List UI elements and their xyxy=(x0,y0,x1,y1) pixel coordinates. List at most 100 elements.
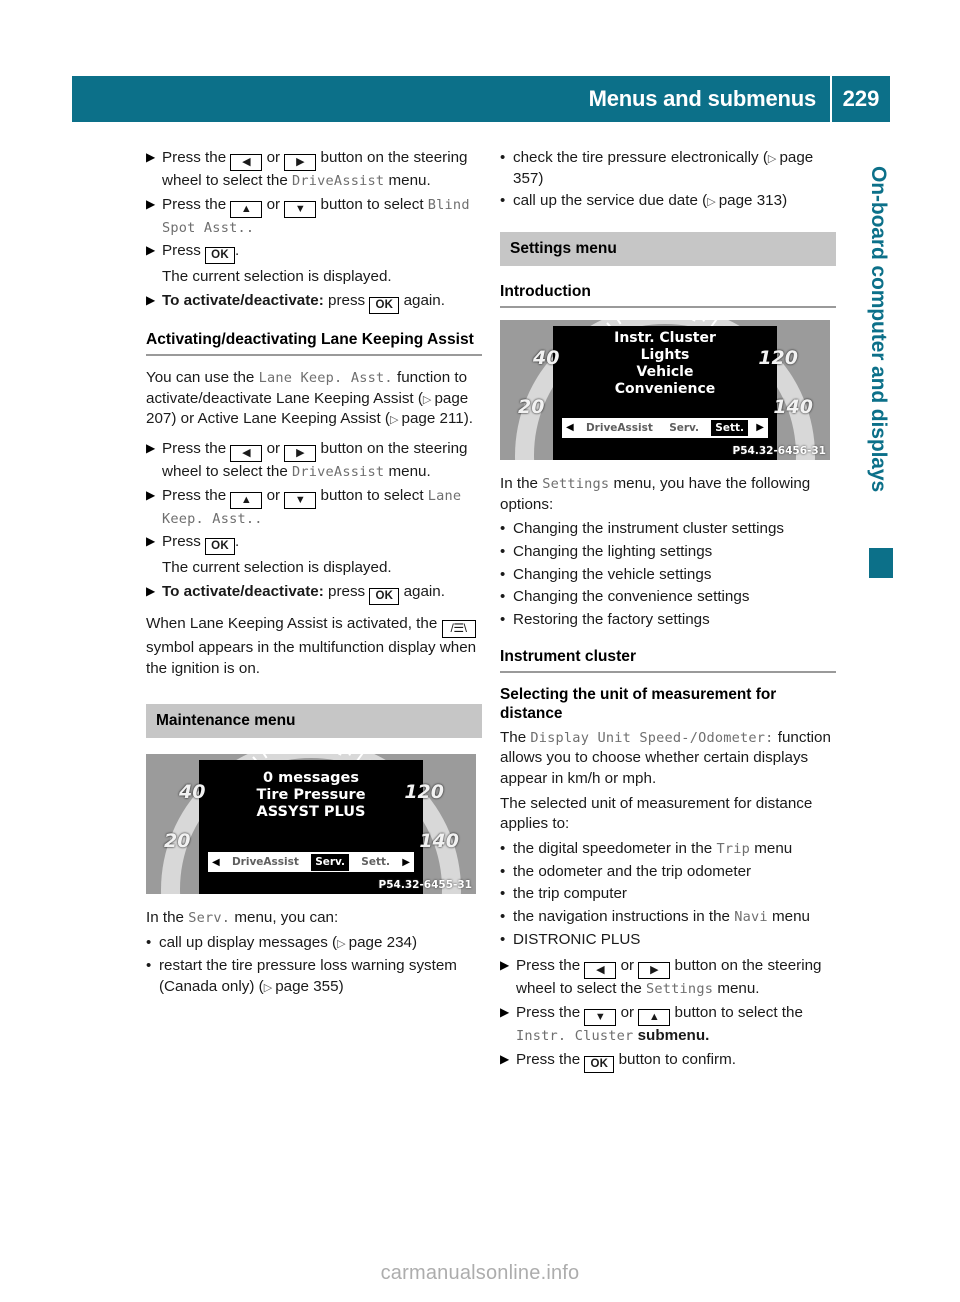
cluster-menu-item-serv[interactable]: Serv. xyxy=(665,420,703,436)
cluster-menu-line: Tire Pressure xyxy=(256,787,366,804)
display-text: Settings xyxy=(542,476,610,493)
body-text: the trip computer xyxy=(513,885,627,903)
reference-arrow-icon: ▷ xyxy=(707,196,719,209)
step-text: Press the ◀ or ▶ button on the steering … xyxy=(162,439,482,483)
bullet-text: Changing the lighting settings xyxy=(513,542,836,563)
heading-unit-of-measurement: Selecting the unit of measurement for di… xyxy=(500,685,777,723)
unit-applies-list: • the digital speedometer in the Trip men… xyxy=(500,839,836,950)
instruction-step: ▶ Press OK. xyxy=(146,241,482,265)
bullet-item: • DISTRONIC PLUS xyxy=(500,930,836,951)
display-text: Lane Keep. Asst. xyxy=(258,370,393,387)
body-text: . xyxy=(235,533,240,551)
bullet-item: • the navigation instructions in the Navi… xyxy=(500,907,836,928)
dial-tick xyxy=(260,754,268,759)
key-left-arrow-icon[interactable]: ◀ xyxy=(584,962,617,980)
key-down-arrow-icon[interactable]: ▼ xyxy=(284,200,317,218)
key-right-arrow-icon[interactable]: ▶ xyxy=(638,962,671,980)
bullet-item: • call up the service due date (▷ page 31… xyxy=(500,191,836,212)
down-arrow-glyph: ▼ xyxy=(294,202,306,215)
cluster-menu-line: Convenience xyxy=(614,380,716,397)
page-number: 229 xyxy=(842,86,880,111)
instruction-step: ▶ Press the ▲ or ▼ button to select Blind… xyxy=(146,195,482,239)
key-ok[interactable]: OK xyxy=(205,538,236,556)
body-text: Press the xyxy=(162,195,231,213)
key-ok[interactable]: OK xyxy=(369,588,400,606)
body-text: Press the xyxy=(162,440,231,458)
body-text: In the xyxy=(500,475,543,493)
body-text: You can use the xyxy=(146,369,259,387)
key-ok[interactable]: OK xyxy=(584,1055,615,1073)
key-up-arrow-icon[interactable]: ▲ xyxy=(230,200,263,218)
cluster-menu-item-sett[interactable]: Sett. xyxy=(711,419,749,437)
key-right-arrow-icon[interactable]: ▶ xyxy=(284,154,317,171)
page-reference[interactable]: ▷ page 234 xyxy=(337,934,412,951)
cluster-menu-item-driveassist[interactable]: DriveAssist xyxy=(228,854,303,870)
cluster-menu-item-driveassist[interactable]: DriveAssist xyxy=(582,420,657,436)
key-left-arrow-icon[interactable]: ◀ xyxy=(230,445,263,463)
right-arrow-glyph: ▶ xyxy=(650,964,659,977)
key-down-arrow-icon[interactable]: ▼ xyxy=(284,491,317,509)
body-text: Restoring the factory settings xyxy=(513,611,710,629)
unit-paragraph-1: The Display Unit Speed-/Odometer: functi… xyxy=(500,728,836,790)
body-text: Changing the lighting settings xyxy=(513,543,713,561)
instruction-step: ▶ To activate/deactivate: press OK again. xyxy=(146,291,482,315)
heading-rule xyxy=(500,306,836,309)
key-up-arrow-icon[interactable]: ▲ xyxy=(230,491,263,509)
bullet-text: Changing the instrument cluster settings xyxy=(513,519,836,540)
display-text: Navi xyxy=(734,909,768,926)
step-text: Press OK. xyxy=(162,241,482,265)
body-text: Changing the convenience settings xyxy=(513,588,750,606)
key-ok[interactable]: OK xyxy=(205,247,236,265)
right-arrow-glyph: ▶ xyxy=(296,447,305,460)
settings-intro-paragraph: In the Settings menu, you have the follo… xyxy=(500,474,836,515)
watermark: carmanualsonline.info xyxy=(380,1262,580,1284)
instruction-step: ▶ Press the OK button to confirm. xyxy=(500,1050,836,1073)
step-marker-icon: ▶ xyxy=(146,243,156,258)
step-marker-icon: ▶ xyxy=(146,196,156,211)
heading-rule xyxy=(500,670,836,673)
down-arrow-glyph: ▼ xyxy=(294,493,306,506)
key-up-arrow-icon[interactable]: ▲ xyxy=(638,1009,671,1027)
cluster-menu-bar[interactable]: ◀ DriveAssist Serv. Sett. ▶ xyxy=(208,852,414,873)
heading-introduction: Introduction xyxy=(500,283,591,301)
right-column: • check the tire pressure electronically … xyxy=(500,148,836,1076)
bullet-text: the trip computer xyxy=(513,884,836,905)
left-arrow-glyph: ◀ xyxy=(242,156,251,168)
cluster-menu-line: 0 messages xyxy=(263,770,359,787)
page-reference[interactable]: ▷ page 313 xyxy=(707,192,782,209)
menu-next-arrow-icon[interactable]: ▶ xyxy=(402,856,410,870)
lane-intro-paragraph: You can use the Lane Keep. Asst. functio… xyxy=(146,368,482,430)
body-text: again. xyxy=(399,292,445,310)
body-text: Press xyxy=(162,533,206,551)
body-text: button to select xyxy=(316,486,428,504)
key-right-arrow-icon[interactable]: ▶ xyxy=(284,445,317,463)
body-text: or xyxy=(262,440,285,458)
bullet-item: • Changing the vehicle settings xyxy=(500,565,836,586)
menu-prev-arrow-icon[interactable]: ◀ xyxy=(212,856,220,870)
menu-prev-arrow-icon[interactable]: ◀ xyxy=(566,421,574,435)
key-ok[interactable]: OK xyxy=(369,297,400,315)
body-text: call up the service due date ( xyxy=(513,192,708,210)
cluster-menu-item-sett[interactable]: Sett. xyxy=(357,854,394,870)
key-left-arrow-icon[interactable]: ◀ xyxy=(230,154,263,171)
instruction-step: ▶ Press the ◀ or ▶ button on the steering… xyxy=(146,148,482,192)
page-reference[interactable]: ▷ page 355 xyxy=(264,978,339,995)
cluster-menu-item-serv[interactable]: Serv. xyxy=(311,854,350,871)
step-text: Press the OK button to confirm. xyxy=(516,1050,836,1073)
body-text: the digital speedometer in the xyxy=(513,840,717,857)
body-text: Changing the vehicle settings xyxy=(513,565,712,583)
key-down-arrow-icon[interactable]: ▼ xyxy=(584,1009,617,1027)
body-text: Changing the instrument cluster settings xyxy=(513,520,784,538)
blind-spot-steps: ▶ Press the ◀ or ▶ button on the steering… xyxy=(146,148,482,315)
step-marker-icon: ▶ xyxy=(500,958,510,973)
cluster-menu-bar[interactable]: ◀ DriveAssist Serv. Sett. ▶ xyxy=(562,418,768,439)
page-reference[interactable]: ▷ page 211 xyxy=(390,410,464,427)
speed-label-20: 20 xyxy=(518,396,545,419)
menu-next-arrow-icon[interactable]: ▶ xyxy=(756,421,764,435)
reference-arrow-icon: ▷ xyxy=(390,414,402,427)
chapter-tab-marker xyxy=(869,548,893,578)
step-text: Press the ◀ or ▶ button on the steering … xyxy=(162,148,482,192)
bullet-marker-icon: • xyxy=(146,956,152,974)
bullet-item: • Changing the instrument cluster setting… xyxy=(500,519,836,540)
display-text: Trip xyxy=(716,841,751,857)
